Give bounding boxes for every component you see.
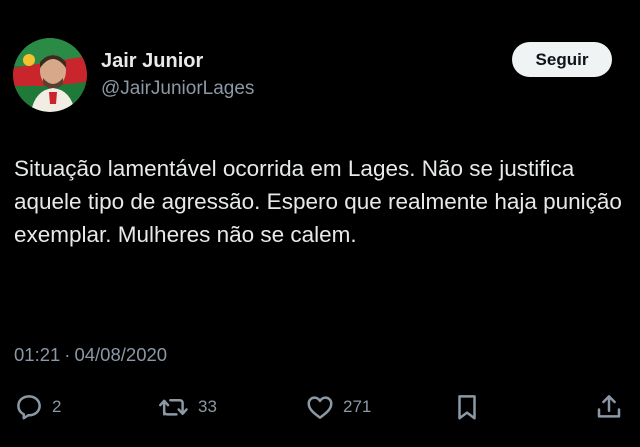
- tweet-actions: 2 33 271: [0, 392, 640, 432]
- user-handle[interactable]: @JairJuniorLages: [101, 77, 254, 101]
- retweet-button[interactable]: 33: [158, 392, 217, 422]
- bookmark-icon: [458, 395, 476, 420]
- share-button[interactable]: [594, 392, 624, 422]
- tweet-timestamp[interactable]: 01:21 · 04/08/2020: [14, 344, 167, 366]
- avatar[interactable]: [13, 38, 87, 112]
- tweet-time: 01:21: [14, 344, 61, 365]
- like-count: 271: [343, 397, 372, 416]
- bookmark-button[interactable]: [452, 392, 482, 422]
- user-info: Jair Junior @JairJuniorLages: [101, 49, 254, 101]
- follow-button[interactable]: Seguir: [512, 42, 612, 77]
- reply-icon: [17, 395, 41, 420]
- retweet-count: 33: [198, 397, 217, 416]
- tweet-date: 04/08/2020: [74, 344, 168, 365]
- heart-icon: [307, 396, 333, 419]
- timestamp-separator: ·: [64, 344, 71, 365]
- retweet-icon: [158, 399, 188, 416]
- reply-count: 2: [52, 397, 62, 416]
- display-name[interactable]: Jair Junior: [101, 49, 254, 73]
- like-button[interactable]: 271: [305, 392, 371, 422]
- profile-photo-icon: [13, 38, 87, 112]
- reply-button[interactable]: 2: [14, 392, 61, 422]
- share-icon: [597, 395, 621, 418]
- tweet-header: Jair Junior @JairJuniorLages: [13, 38, 254, 112]
- tweet-card: Jair Junior @JairJuniorLages Seguir Situ…: [0, 0, 640, 447]
- tweet-text: Situação lamentável ocorrida em Lages. N…: [14, 156, 622, 247]
